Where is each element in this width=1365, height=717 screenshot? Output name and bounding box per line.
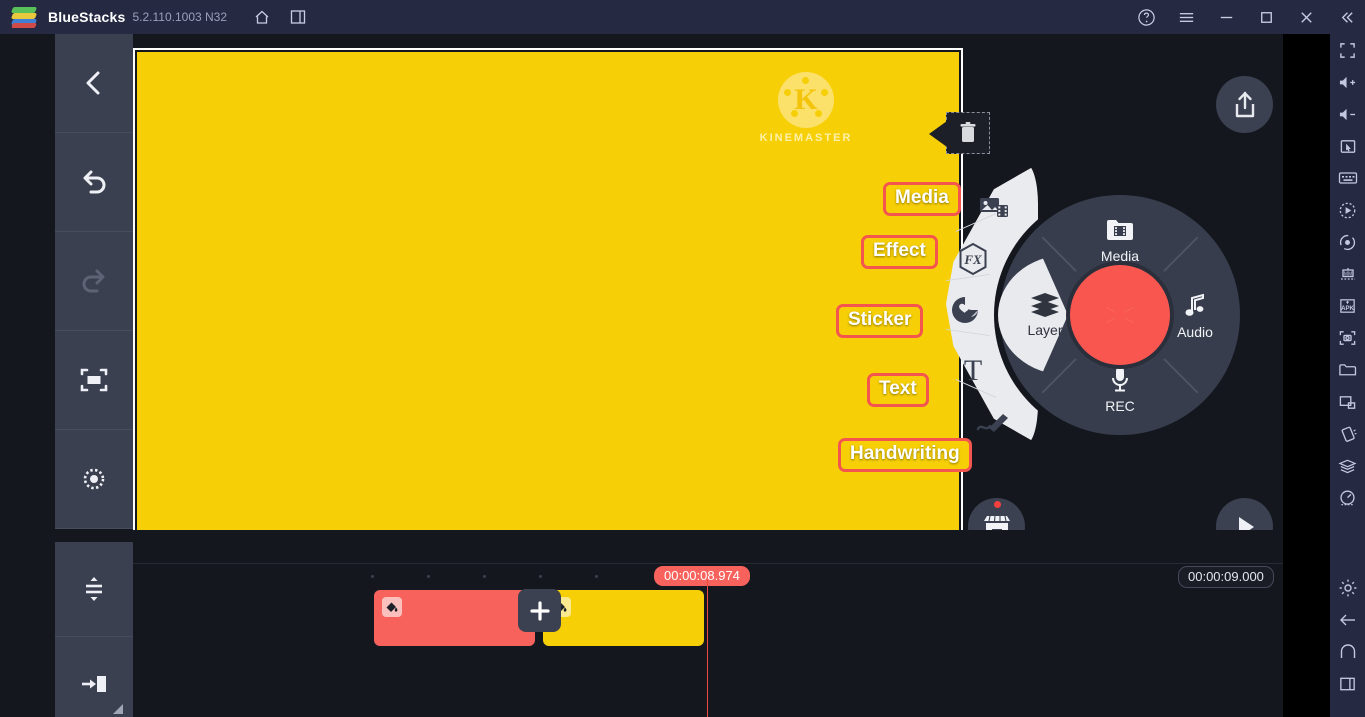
table-row[interactable]: [543, 590, 704, 646]
cursor-pointer-icon[interactable]: [1330, 130, 1365, 162]
media-folder-icon[interactable]: [1330, 354, 1365, 386]
app-version: 5.2.110.1003 N32: [132, 10, 228, 24]
trash-drop-zone[interactable]: [929, 112, 990, 154]
hamburger-menu-icon[interactable]: [1173, 4, 1199, 30]
layers-icon: [1031, 293, 1059, 317]
plus-icon: [529, 600, 550, 621]
kinemaster-action-wheel: Media Audio REC Layer: [998, 195, 1240, 435]
wheel-rec-label: REC: [1105, 398, 1135, 414]
flyout-divider: [946, 328, 990, 337]
playhead-line[interactable]: [707, 580, 708, 717]
eco-mode-icon[interactable]: [1330, 450, 1365, 482]
capture-shutter-button[interactable]: [1070, 265, 1170, 365]
svg-text:FX: FX: [963, 252, 982, 267]
recents-icon[interactable]: [1330, 668, 1365, 700]
microphone-icon: [1112, 367, 1128, 392]
volume-up-icon[interactable]: [1330, 66, 1365, 98]
export-button[interactable]: [1216, 76, 1273, 133]
callout-handwriting: Handwriting: [838, 438, 972, 472]
total-duration-badge: 00:00:09.000: [1178, 566, 1274, 588]
notification-dot: [994, 501, 1001, 508]
callout-media: Media: [883, 182, 961, 216]
screen-letterbox: [1283, 34, 1330, 717]
callout-sticker: Sticker: [836, 304, 924, 338]
bluestacks-window: BlueStacks 5.2.110.1003 N32 K KINEMASTER…: [0, 0, 1365, 717]
timeline-panel: 00:00:08.974 00:00:09.000: [133, 530, 1283, 717]
redo-icon[interactable]: [55, 232, 133, 331]
callout-effect: Effect: [861, 235, 938, 269]
svg-text:T: T: [964, 354, 982, 385]
pip-icon[interactable]: [1330, 386, 1365, 418]
volume-down-icon[interactable]: [1330, 98, 1365, 130]
expand-timeline-icon[interactable]: [55, 542, 133, 637]
wheel-media-label: Media: [1100, 248, 1140, 264]
paint-bucket-icon: [382, 597, 402, 617]
back-chevron-icon[interactable]: [55, 34, 133, 133]
maximize-icon[interactable]: [1253, 4, 1279, 30]
add-transition-button[interactable]: [518, 589, 561, 632]
wheel-item-media[interactable]: Media: [1077, 217, 1163, 264]
fullscreen-icon[interactable]: [1330, 34, 1365, 66]
macro-record-icon[interactable]: [1330, 194, 1365, 226]
home-icon[interactable]: [249, 4, 275, 30]
kinemaster-tool-rail: [55, 34, 133, 717]
performance-gauge-icon[interactable]: [1330, 482, 1365, 514]
minimize-icon[interactable]: [1213, 4, 1239, 30]
playhead-time-badge: 00:00:08.974: [654, 566, 750, 586]
home-icon[interactable]: [1330, 636, 1365, 668]
shake-icon[interactable]: [1330, 418, 1365, 450]
install-apk-icon[interactable]: APK: [1330, 290, 1365, 322]
project-settings-icon[interactable]: [55, 430, 133, 529]
media-folder-icon: [1107, 220, 1133, 240]
callout-text: Text: [867, 373, 929, 407]
text-icon[interactable]: T: [950, 349, 996, 389]
close-icon[interactable]: [1293, 4, 1319, 30]
resize-handle[interactable]: [113, 704, 123, 714]
rotate-icon[interactable]: [1330, 226, 1365, 258]
svg-text:MM: MM: [1343, 271, 1351, 277]
collapse-chevrons-icon[interactable]: [1333, 4, 1359, 30]
android-screen: K KINEMASTER FX T Media Effect Sticker T…: [0, 34, 1283, 717]
trash-icon: [960, 122, 976, 142]
sync-instances-icon[interactable]: MM: [1330, 258, 1365, 290]
svg-text:APK: APK: [1341, 305, 1354, 312]
undo-icon[interactable]: [55, 133, 133, 232]
table-row[interactable]: [374, 590, 535, 646]
keyboard-icon[interactable]: [1330, 162, 1365, 194]
bluestacks-sidebar: MM APK: [1330, 34, 1365, 717]
share-export-icon: [1235, 91, 1254, 117]
app-name: BlueStacks: [48, 9, 126, 25]
wheel-item-rec[interactable]: REC: [1077, 365, 1163, 414]
bluestacks-logo-icon: [10, 7, 38, 28]
multi-instance-icon[interactable]: [285, 4, 311, 30]
screenshot-icon[interactable]: [1330, 322, 1365, 354]
trash-pointer: [929, 121, 947, 147]
help-circle-icon[interactable]: [1133, 4, 1159, 30]
timeline-divider: [133, 563, 1283, 564]
shutter-capture-icon: [1103, 298, 1137, 332]
sticker-icon[interactable]: [942, 290, 988, 330]
settings-gear-icon[interactable]: [1330, 572, 1365, 604]
window-controls: [1119, 0, 1359, 34]
back-arrow-icon[interactable]: [1330, 604, 1365, 636]
handwriting-pen-icon[interactable]: [971, 402, 1017, 442]
title-bar: BlueStacks 5.2.110.1003 N32: [0, 0, 1365, 34]
capture-frame-icon[interactable]: [55, 331, 133, 430]
audio-note-icon: [1185, 293, 1204, 316]
